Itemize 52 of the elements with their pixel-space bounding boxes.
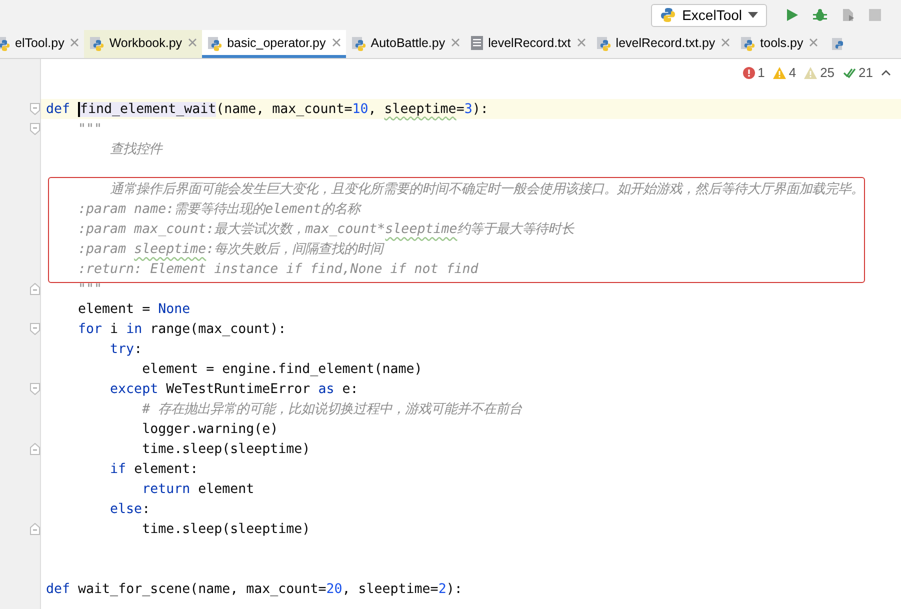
code-line: :param sleeptime:每次失败后，间隔查找的时间 <box>77 241 384 258</box>
editor-tab[interactable]: basic_operator.py <box>202 30 346 58</box>
code-line: time.sleep(sleeptime) <box>141 522 310 536</box>
close-icon[interactable] <box>721 38 730 47</box>
text-file-icon <box>470 34 484 50</box>
code-line: logger.warning(e) <box>141 422 278 436</box>
editor-tab[interactable]: levelRecord.txt <box>465 30 591 58</box>
inspection-count[interactable]: 4 <box>788 65 796 80</box>
dropdown-caret-icon <box>748 12 758 18</box>
close-icon[interactable] <box>809 38 818 47</box>
editor-tab[interactable]: AutoBattle.py <box>346 30 466 58</box>
close-icon[interactable] <box>188 38 198 47</box>
python-icon <box>660 7 676 23</box>
code-line: except WeTestRuntimeError as e: <box>109 382 358 396</box>
code-line: # 存在抛出异常的可能，比如说切换过程中，游戏可能并不在前台 <box>141 401 522 418</box>
code-line: element = None <box>77 302 190 316</box>
chevron-up-icon[interactable] <box>881 69 891 76</box>
code-line: 查找控件 <box>109 141 162 158</box>
editor-tab[interactable]: elTool.py <box>0 30 84 58</box>
code-line: :param name:需要等待出现的element的名称 <box>77 201 360 218</box>
editor-tab[interactable]: levelRecord.txt.py <box>590 30 736 58</box>
code-line: def wait_for_scene(name, max_count=20, sleeptime=2): <box>46 582 462 596</box>
code-line: """ <box>77 282 102 296</box>
run-configuration-dropdown[interactable]: ExcelTool <box>651 4 767 26</box>
python-file-icon <box>89 34 106 50</box>
close-icon[interactable] <box>332 38 341 47</box>
code-line: 通常操作后界面可能会发生巨大变化，且变化所需要的时间不确定时一般会使用该接口。如开始游戏，然后等待大厅界面加载完毕。 <box>109 180 864 198</box>
inspection-count[interactable]: 21 <box>858 65 873 80</box>
code-line: if element: <box>109 462 198 476</box>
code-line: :param max_count:最大尝试次数，max_count*sleeptime约等于最大等待时长 <box>77 221 574 238</box>
python-file-icon <box>596 34 612 50</box>
debug-button[interactable] <box>811 6 829 24</box>
inspection-count[interactable]: 25 <box>820 65 835 80</box>
code-line: else: <box>109 502 150 516</box>
code-line: def find_element_wait(name, max_count=10, sleeptime=3): <box>46 102 488 116</box>
double-check-icon <box>842 66 856 78</box>
close-icon[interactable] <box>576 38 586 47</box>
python-file-icon <box>350 34 367 50</box>
code-line: element = engine.find_element(name) <box>141 362 422 376</box>
code-line: """ <box>77 122 102 136</box>
code-line: return element <box>141 482 254 496</box>
code-line: for i in range(max_count): <box>77 322 286 336</box>
editor-tab[interactable]: Workbook.py <box>84 30 202 58</box>
editor-tab[interactable]: tools.py <box>735 30 824 58</box>
python-file-icon <box>740 34 756 50</box>
python-file-icon <box>207 34 224 50</box>
close-icon[interactable] <box>70 38 80 47</box>
close-icon[interactable] <box>451 38 460 47</box>
inspection-count[interactable]: 1 <box>758 65 765 80</box>
code-line: try: <box>109 342 142 356</box>
code-line: :return: Element instance if find,None if not find <box>77 262 478 276</box>
code-line: time.sleep(sleeptime) <box>141 442 310 456</box>
